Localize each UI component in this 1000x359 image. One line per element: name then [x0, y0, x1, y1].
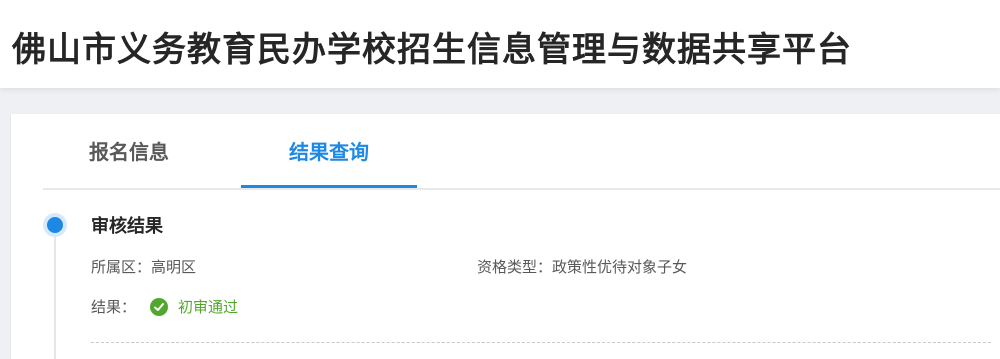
timeline-line [54, 226, 56, 359]
tab-registration-info[interactable]: 报名信息 [89, 136, 209, 190]
result-field: 结果： 初审通过 [91, 296, 238, 317]
tabs-bar: 报名信息 结果查询 [43, 114, 1000, 190]
district-field: 所属区：高明区 [91, 256, 196, 277]
qualification-field: 资格类型：政策性优待对象子女 [477, 256, 687, 277]
district-value: 高明区 [151, 258, 197, 276]
app-title: 佛山市义务教育民办学校招生信息管理与数据共享平台 [12, 30, 852, 70]
result-status: 初审通过 [150, 296, 238, 317]
district-label: 所属区： [91, 258, 152, 276]
tab-active-indicator [241, 185, 417, 188]
result-label: 结果： [91, 298, 137, 316]
qualification-value: 政策性优待对象子女 [552, 258, 688, 276]
app-header: 佛山市义务教育民办学校招生信息管理与数据共享平台 [0, 0, 1000, 88]
section-title: 审核结果 [91, 216, 163, 237]
result-value: 初审通过 [178, 298, 239, 316]
timeline-dot [47, 217, 63, 233]
tab-result-query[interactable]: 结果查询 [241, 136, 417, 190]
qualification-label: 资格类型： [477, 258, 553, 276]
dashed-divider [91, 342, 991, 343]
check-circle-icon [150, 297, 169, 316]
content-card: 报名信息 结果查询 审核结果 所属区：高明区 资格类型：政策性优待对象子女 结果… [10, 114, 1000, 359]
